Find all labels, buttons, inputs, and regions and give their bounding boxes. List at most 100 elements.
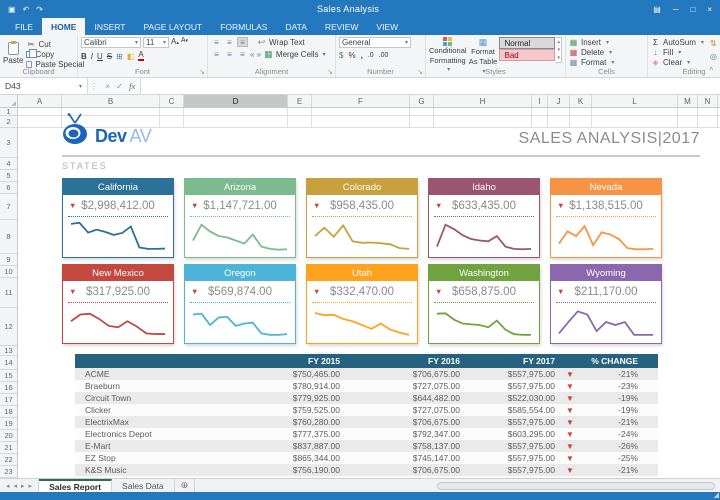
- autosum-button[interactable]: ΣAutoSum ▾: [651, 37, 704, 47]
- column-header-a[interactable]: A: [18, 95, 62, 107]
- style-bad[interactable]: Bad: [499, 49, 555, 61]
- gallery-more-icon[interactable]: ▾: [557, 55, 560, 61]
- row-header-23[interactable]: 23: [0, 466, 17, 478]
- ribbon-tab-page-layout[interactable]: PAGE LAYOUT: [134, 18, 211, 35]
- row-header-4[interactable]: 4: [0, 158, 17, 170]
- close-button[interactable]: ×: [707, 5, 712, 14]
- fill-color-button[interactable]: ◧: [127, 52, 135, 61]
- column-header-i[interactable]: I: [532, 95, 548, 107]
- comma-style-button[interactable]: ,: [361, 51, 363, 60]
- name-box[interactable]: D43 ▾: [0, 78, 88, 94]
- wrap-text-button[interactable]: Wrap Text: [269, 38, 305, 47]
- row-header-17[interactable]: 17: [0, 394, 17, 406]
- column-header-b[interactable]: B: [62, 95, 160, 107]
- sheet-tab-sales-data[interactable]: Sales Data: [112, 479, 175, 492]
- underline-button[interactable]: U: [97, 52, 103, 61]
- row-header-5[interactable]: 5: [0, 170, 17, 182]
- merge-cells-button[interactable]: Merge Cells: [276, 50, 319, 59]
- row-header-8[interactable]: 8: [0, 220, 17, 254]
- undo-icon[interactable]: ↶: [23, 5, 30, 14]
- clear-button[interactable]: ◈Clear ▾: [651, 57, 704, 67]
- row-header-1[interactable]: 1: [0, 108, 17, 116]
- percent-style-button[interactable]: %: [348, 51, 355, 60]
- row-header-6[interactable]: 6: [0, 182, 17, 194]
- row-header-14[interactable]: 14: [0, 356, 17, 370]
- column-header-j[interactable]: J: [548, 95, 570, 107]
- sheet-tab-sales-report[interactable]: Sales Report: [39, 479, 112, 492]
- decrease-indent-button[interactable]: «: [250, 50, 254, 59]
- cancel-entry-button[interactable]: ×: [105, 81, 110, 91]
- row-header-13[interactable]: 13: [0, 346, 17, 356]
- column-header-g[interactable]: G: [410, 95, 434, 107]
- accounting-format-button[interactable]: $: [339, 51, 343, 60]
- row-header-3[interactable]: 3: [0, 128, 17, 158]
- delete-cells-button[interactable]: ▦Delete ▾: [569, 47, 644, 57]
- ribbon-tab-home[interactable]: HOME: [42, 18, 86, 35]
- increase-decimal-button[interactable]: .0: [368, 52, 374, 59]
- gallery-down-icon[interactable]: ▾: [557, 47, 560, 53]
- column-header-n[interactable]: N: [698, 95, 718, 107]
- format-cells-button[interactable]: ▦Format ▾: [569, 57, 644, 67]
- row-header-20[interactable]: 20: [0, 430, 17, 442]
- next-sheet-icon[interactable]: ▸: [21, 482, 25, 490]
- fill-button[interactable]: ↓Fill ▾: [651, 47, 704, 57]
- ribbon-tab-view[interactable]: VIEW: [367, 18, 407, 35]
- save-icon[interactable]: ▣: [8, 5, 16, 14]
- italic-button[interactable]: I: [91, 52, 93, 61]
- row-header-16[interactable]: 16: [0, 382, 17, 394]
- shrink-font-button[interactable]: A▾: [181, 37, 188, 48]
- align-left-button[interactable]: ≡: [211, 49, 222, 59]
- row-header-15[interactable]: 15: [0, 370, 17, 382]
- ribbon-tab-insert[interactable]: INSERT: [85, 18, 134, 35]
- styles-gallery-scroll[interactable]: ▴ ▾ ▾: [556, 37, 562, 63]
- horizontal-scrollbar[interactable]: [437, 482, 715, 490]
- previous-sheet-icon[interactable]: ◂: [14, 482, 18, 490]
- row-header-10[interactable]: 10: [0, 266, 17, 278]
- gallery-up-icon[interactable]: ▴: [557, 39, 560, 45]
- last-sheet-icon[interactable]: ▸: [29, 482, 33, 490]
- row-header-12[interactable]: 12: [0, 308, 17, 346]
- column-header-f[interactable]: F: [312, 95, 410, 107]
- find-select-button[interactable]: ◎: [710, 52, 717, 61]
- column-header-k[interactable]: K: [570, 95, 592, 107]
- number-format-select[interactable]: General▾: [339, 37, 411, 48]
- ribbon-tab-formulas[interactable]: FORMULAS: [211, 18, 276, 35]
- borders-button[interactable]: ⊞: [116, 52, 123, 61]
- minimize-button[interactable]: ─: [673, 5, 679, 14]
- sort-filter-button[interactable]: ⇅: [710, 39, 717, 48]
- font-color-button[interactable]: A: [138, 51, 143, 61]
- column-header-c[interactable]: C: [160, 95, 184, 107]
- first-sheet-icon[interactable]: ◂: [6, 482, 10, 490]
- new-sheet-button[interactable]: ⊕: [175, 479, 196, 492]
- bold-button[interactable]: B: [81, 52, 87, 61]
- ribbon-tab-data[interactable]: DATA: [276, 18, 315, 35]
- row-header-11[interactable]: 11: [0, 278, 17, 308]
- align-bottom-button[interactable]: ≡: [237, 37, 248, 47]
- paste-button[interactable]: Paste: [3, 37, 23, 69]
- column-header-h[interactable]: H: [434, 95, 532, 107]
- column-header-l[interactable]: L: [592, 95, 678, 107]
- style-normal[interactable]: Normal: [499, 37, 555, 49]
- copy-button[interactable]: Copy: [26, 49, 84, 59]
- align-right-button[interactable]: ≡: [237, 49, 248, 59]
- ribbon-tab-review[interactable]: REVIEW: [316, 18, 368, 35]
- cut-button[interactable]: ✂Cut: [26, 39, 84, 49]
- row-header-2[interactable]: 2: [0, 116, 17, 128]
- insert-cells-button[interactable]: ▦Insert ▾: [569, 37, 644, 47]
- insert-function-button[interactable]: fx: [129, 81, 135, 91]
- strikethrough-button[interactable]: S: [107, 52, 112, 61]
- grow-font-button[interactable]: A▴: [171, 37, 179, 48]
- redo-icon[interactable]: ↷: [36, 5, 43, 14]
- font-size-select[interactable]: 11▾: [143, 37, 169, 48]
- column-header-m[interactable]: M: [678, 95, 698, 107]
- ribbon-options-icon[interactable]: ▤: [653, 5, 661, 14]
- collapse-ribbon-icon[interactable]: ^: [709, 66, 713, 75]
- ribbon-tab-file[interactable]: FILE: [6, 18, 42, 35]
- decrease-decimal-button[interactable]: .00: [379, 52, 389, 59]
- row-header-9[interactable]: 9: [0, 254, 17, 266]
- row-header-22[interactable]: 22: [0, 454, 17, 466]
- worksheet-canvas[interactable]: DevAV SALES ANALYSIS|2017 STATES Califor…: [18, 108, 720, 478]
- align-middle-button[interactable]: ≡: [224, 37, 235, 47]
- align-center-button[interactable]: ≡: [224, 49, 235, 59]
- font-name-select[interactable]: Calibri▾: [81, 37, 141, 48]
